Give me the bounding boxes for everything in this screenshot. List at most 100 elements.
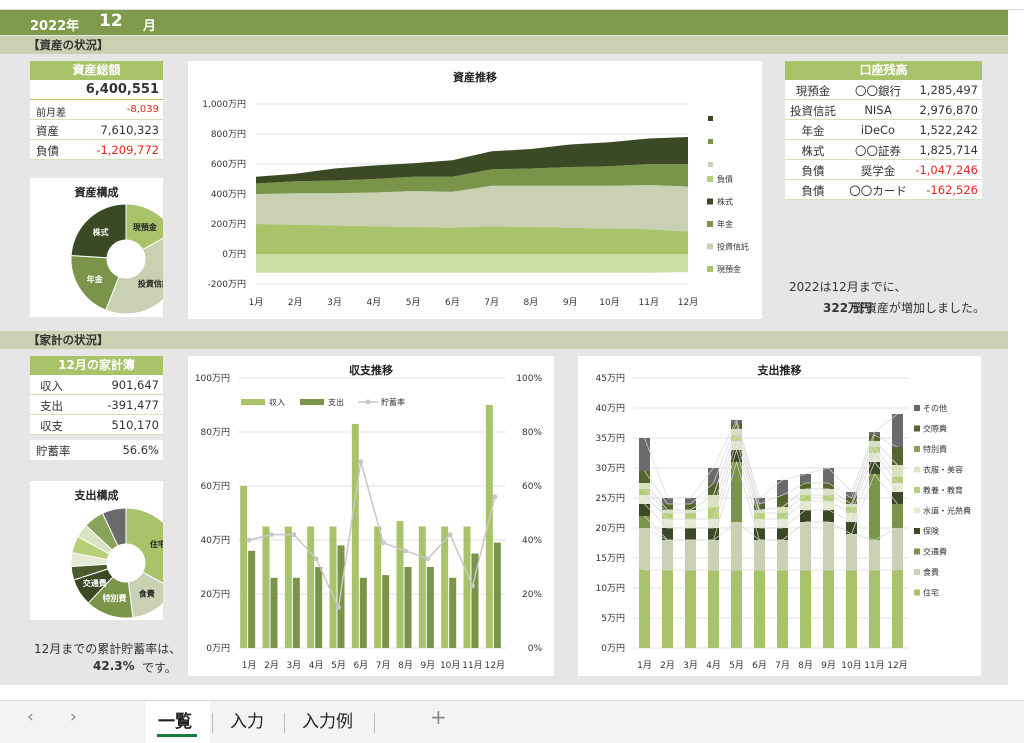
y-tick-label: 45万円: [596, 373, 625, 384]
expense-segment: [777, 540, 788, 570]
legend-label: 支出: [328, 397, 344, 407]
y-tick-label: 100万円: [195, 373, 230, 384]
add-sheet-button[interactable]: +: [430, 705, 447, 729]
asset-row-label: 前月差: [36, 108, 66, 119]
tab-divider: [284, 713, 285, 733]
legend-swatch: [914, 466, 920, 473]
year-label: 2022年: [30, 19, 80, 34]
x-tick-label: 1月: [637, 660, 652, 671]
asset-note-line2: 総資産が増加しました。: [853, 301, 986, 315]
account-name: iDeCo: [860, 123, 896, 137]
x-tick-label: 11月: [864, 660, 884, 671]
saving-rate-point: [269, 532, 274, 538]
assets-section-header: 【資産の状況】: [0, 36, 1008, 54]
x-tick-label: 12月: [887, 660, 907, 671]
expense-segment: [892, 528, 903, 570]
asset-row-value: -8,039: [126, 104, 159, 115]
expense-segment: [823, 489, 834, 495]
expense-segment: [800, 510, 811, 522]
y2-tick-label: 40%: [522, 536, 542, 546]
expense-segment: [869, 570, 880, 648]
pie-label: 特別費: [103, 593, 127, 603]
sheet-tabs-bar: ‹ › 一覧 入力 入力例 +: [0, 700, 1024, 743]
expense-segment: [685, 528, 696, 540]
asset-row-label: 負債: [36, 144, 59, 158]
expense-bar: [449, 577, 457, 648]
expense-segment: [639, 570, 650, 648]
saving-rate-label: 貯蓄率: [36, 444, 71, 458]
income-bar: [351, 423, 359, 648]
y-tick-label: 0万円: [206, 643, 230, 654]
x-tick-label: 7月: [376, 660, 391, 671]
legend-swatch: [707, 221, 713, 227]
expense-segment: [823, 495, 834, 501]
household-row-label: 収支: [40, 419, 63, 433]
saving-rate-point: [492, 494, 498, 500]
expense-segment: [708, 528, 719, 540]
x-tick-label: 3月: [286, 660, 301, 671]
y-tick-label: 15万円: [596, 553, 625, 564]
asset-row: 資産 7,610,323: [30, 120, 163, 140]
account-value: -1,047,246: [915, 163, 978, 177]
expense-bar: [493, 542, 501, 648]
next-sheet-button[interactable]: ›: [70, 707, 77, 727]
x-tick-label: 1月: [249, 297, 264, 308]
y-tick-label: 800万円: [211, 129, 246, 140]
expense-trend-chart: 45万円 40万円 35万円 30万円 25万円 20万円 15万円 10万円 5万円 0万円 1月…: [596, 373, 971, 671]
account-type: 負債: [801, 164, 825, 178]
series-line: [644, 521, 898, 541]
expense-segment: [823, 501, 834, 510]
tab-nyuryoku[interactable]: 入力: [230, 707, 264, 732]
expense-segment: [892, 504, 903, 528]
expense-bar: [426, 567, 434, 648]
expense-segment: [846, 534, 857, 570]
y2-tick-label: 100%: [516, 374, 542, 384]
account-value: 1,522,242: [919, 123, 978, 137]
x-tick-label: 10月: [841, 660, 861, 671]
account-type: 株式: [801, 144, 825, 158]
tab-nyuryokurei[interactable]: 入力例: [302, 707, 353, 732]
x-tick-label: 11月: [462, 660, 482, 671]
expense-segment: [639, 516, 650, 528]
income-bar: [329, 526, 337, 648]
expense-segment: [846, 570, 857, 648]
account-name: 〇〇銀行: [855, 84, 901, 98]
legend-swatch: [707, 198, 713, 205]
expense-segment: [869, 540, 880, 570]
expense-segment: [777, 528, 788, 540]
y-tick-label: 40万円: [596, 403, 625, 414]
account-row: 投資信託 NISA 2,976,870: [785, 100, 982, 120]
income-bar: [418, 526, 426, 648]
expense-composition-card: 支出構成 住宅 食費 特別費 交通費: [30, 481, 163, 620]
expense-segment: [846, 513, 857, 522]
expense-bar: [382, 575, 390, 648]
legend-swatch: [914, 548, 920, 555]
expense-segment: [800, 522, 811, 570]
y2-tick-label: 0%: [528, 644, 543, 654]
asset-area-chart: 1,000万円 800万円 600万円 400万円 200万円 0万円 -200万円1月 2月…: [202, 99, 749, 308]
legend-label: 特別費: [923, 444, 947, 454]
expense-segment: [823, 570, 834, 648]
saving-rate-point: [336, 605, 341, 610]
expense-segment: [800, 501, 811, 510]
prev-sheet-button[interactable]: ‹: [27, 707, 34, 727]
pie-label: 住宅: [150, 539, 163, 549]
expense-bar: [270, 577, 278, 648]
household-row-value: 901,647: [111, 378, 159, 392]
expense-segment: [662, 570, 673, 648]
y-tick-label: 20万円: [201, 589, 230, 600]
legend-swatch-unlabeled: [708, 162, 713, 167]
household-row-value: -391,477: [107, 398, 159, 412]
expense-segment: [685, 510, 696, 513]
x-tick-label: 2月: [660, 660, 675, 671]
account-balance-header: 口座残高: [785, 61, 982, 80]
legend-swatch: [241, 399, 265, 405]
account-type: 年金: [801, 124, 825, 138]
x-tick-label: 12月: [485, 660, 505, 671]
legend-label: 水道・光熱費: [923, 506, 971, 516]
tab-ichiran[interactable]: 一覧: [158, 707, 192, 732]
month-value[interactable]: 12: [99, 11, 123, 31]
account-name: NISA: [864, 103, 892, 117]
asset-total-card: 資産総額 6,400,551 前月差 -8,039 資産 7,610,323 負…: [30, 61, 163, 160]
account-row: 株式 〇〇証券 1,825,714: [785, 140, 982, 160]
